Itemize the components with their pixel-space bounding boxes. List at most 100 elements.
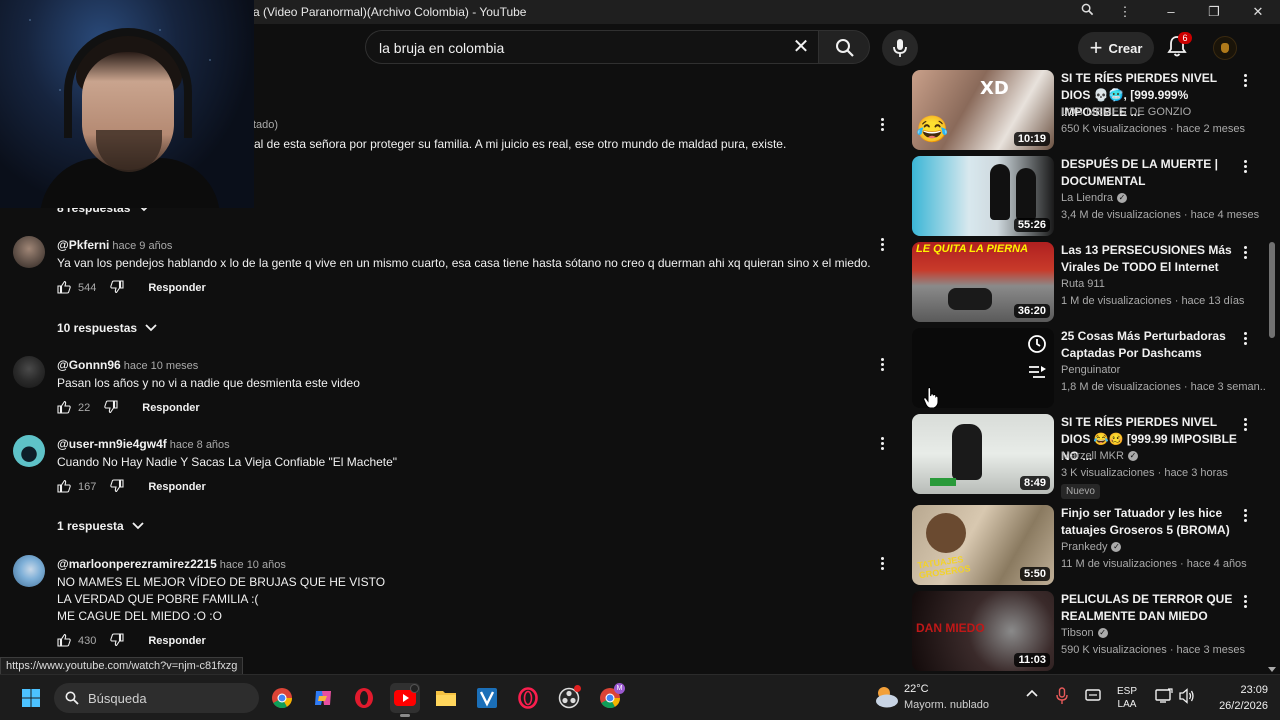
video-menu-icon[interactable] [1237, 414, 1253, 434]
like-icon[interactable] [57, 479, 71, 496]
channel-label[interactable]: La Liendra [1061, 192, 1113, 204]
author-handle[interactable]: @marloonperezramirez2215 [57, 557, 217, 571]
comment-time[interactable]: hace 10 meses [124, 360, 199, 372]
video-title[interactable]: 25 Cosas Más Perturbadoras Captadas Por … [1061, 328, 1239, 362]
comment-author[interactable]: @marloonperezramirez2215 hace 10 años [57, 557, 286, 571]
opera-app-icon[interactable] [349, 683, 379, 713]
channel-name[interactable]: Tibson ✓ [1061, 627, 1108, 639]
file-explorer-app-icon[interactable] [431, 683, 461, 713]
youtube-app-icon[interactable] [390, 683, 420, 717]
comment-menu-icon[interactable] [874, 553, 890, 573]
like-icon[interactable] [57, 280, 71, 297]
like-icon[interactable] [57, 633, 71, 650]
comment-author[interactable]: @Pkferni hace 9 años [57, 238, 172, 252]
video-thumbnail[interactable] [912, 328, 1054, 408]
comment-time[interactable]: hace 8 años [170, 439, 230, 451]
channel-name[interactable]: Prankedy ✓ [1061, 541, 1122, 553]
dislike-icon[interactable] [110, 632, 124, 650]
chrome-app-icon[interactable] [267, 683, 297, 713]
channel-name[interactable]: La Liendra ✓ [1061, 192, 1127, 204]
comment-menu-icon[interactable] [874, 114, 890, 134]
comment-avatar[interactable] [13, 236, 45, 268]
opera-gx-app-icon[interactable] [513, 683, 543, 713]
recommended-video[interactable]: 25 Cosas Más Perturbadoras Captadas Por … [912, 328, 1265, 408]
recommended-video[interactable]: LE QUITA LA PIERNA 36:20 Las 13 PERSECUS… [912, 242, 1262, 322]
channel-name[interactable]: Penguinator [1061, 364, 1120, 376]
comment-avatar[interactable] [13, 356, 45, 388]
like-icon[interactable] [57, 400, 71, 417]
more-vert-icon[interactable]: ⋮ [1116, 3, 1134, 21]
voice-search-button[interactable] [882, 30, 918, 66]
comment-menu-icon[interactable] [874, 354, 890, 374]
clear-search-icon[interactable]: ✕ [790, 36, 812, 58]
comment-author[interactable]: @user-mn9ie4gw4f hace 8 años [57, 437, 230, 451]
author-handle[interactable]: @Gonnn96 [57, 358, 121, 372]
video-thumbnail[interactable]: LE QUITA LA PIERNA 36:20 [912, 242, 1054, 322]
search-input[interactable]: la bruja en colombia ✕ [365, 30, 818, 64]
reply-button[interactable]: Responder [142, 402, 199, 414]
video-thumbnail[interactable]: 8:49 [912, 414, 1054, 494]
video-title[interactable]: PELICULAS DE TERROR QUE REALMENTE DAN MI… [1061, 591, 1239, 625]
scroll-down-arrow-icon[interactable] [1268, 667, 1276, 672]
chrome-profile-app-icon[interactable]: M [595, 683, 625, 713]
comment-time[interactable]: hace 10 años [220, 559, 286, 571]
author-handle[interactable]: @Pkferni [57, 238, 109, 252]
account-avatar[interactable] [1213, 36, 1237, 60]
recommended-video[interactable]: DAN MIEDO 11:03 PELICULAS DE TERROR QUE … [912, 591, 1262, 671]
video-title[interactable]: DESPUÉS DE LA MUERTE | DOCUMENTAL [1061, 156, 1239, 190]
comment-avatar[interactable] [13, 555, 45, 587]
video-menu-icon[interactable] [1237, 505, 1253, 525]
video-menu-icon[interactable] [1237, 591, 1253, 611]
volume-tray-icon[interactable] [1179, 688, 1195, 707]
channel-label[interactable]: Prankedy [1061, 541, 1107, 553]
video-menu-icon[interactable] [1237, 156, 1253, 176]
channel-label[interactable]: Marzell MKR [1061, 450, 1124, 462]
start-button[interactable] [16, 683, 46, 713]
reply-button[interactable]: Responder [148, 282, 205, 294]
network-tray-icon[interactable] [1155, 688, 1173, 707]
notifications-button[interactable]: 6 [1166, 32, 1192, 60]
comment-avatar[interactable] [13, 435, 45, 467]
watch-later-icon[interactable] [1027, 334, 1047, 354]
weather-widget[interactable]: 22°C Mayorm. nublado [872, 683, 1002, 713]
restore-icon[interactable]: ❐ [1205, 3, 1223, 21]
recommended-video[interactable]: 8:49 SI TE RÍES PIERDES NIVEL DIOS 😂🥴 [9… [912, 414, 1262, 499]
add-to-queue-icon[interactable] [1027, 364, 1047, 382]
replies-toggle[interactable]: 1 respuesta [57, 519, 144, 533]
dislike-icon[interactable] [110, 478, 124, 496]
obs-app-icon[interactable] [554, 683, 584, 713]
video-thumbnail[interactable]: TATUAJES GROSEROS 5:50 [912, 505, 1054, 585]
channel-name[interactable]: LOS MEMES DE GONZIO [1061, 106, 1191, 118]
video-thumbnail[interactable]: DAN MIEDO 11:03 [912, 591, 1054, 671]
channel-label[interactable]: Tibson [1061, 627, 1094, 639]
v-app-icon[interactable] [472, 683, 502, 713]
close-window-icon[interactable]: ✕ [1249, 3, 1267, 21]
recommended-video[interactable]: 55:26 DESPUÉS DE LA MUERTE | DOCUMENTAL … [912, 156, 1262, 236]
taskbar-clock[interactable]: 23:09 26/2/2026 [1204, 682, 1268, 714]
recommended-video[interactable]: TATUAJES GROSEROS 5:50 Finjo ser Tatuado… [912, 505, 1262, 585]
video-thumbnail[interactable]: XD 😂 10:19 [912, 70, 1054, 150]
microphone-tray-icon[interactable] [1056, 687, 1068, 708]
video-menu-icon[interactable] [1237, 70, 1253, 90]
channel-name[interactable]: Marzell MKR ✓ [1061, 450, 1138, 462]
search-query-text[interactable]: la bruja en colombia [379, 40, 504, 56]
page-scrollbar[interactable] [1267, 70, 1277, 672]
comment-time[interactable]: hace 9 años [112, 240, 172, 252]
video-menu-icon[interactable] [1237, 328, 1253, 348]
video-title[interactable]: Las 13 PERSECUSIONES Más Virales De TODO… [1061, 242, 1239, 276]
dislike-icon[interactable] [104, 399, 118, 417]
channel-name[interactable]: Ruta 911 [1061, 278, 1105, 290]
comment-author[interactable]: @Gonnn96 hace 10 meses [57, 358, 198, 372]
reply-button[interactable]: Responder [148, 481, 205, 493]
author-handle[interactable]: @user-mn9ie4gw4f [57, 437, 167, 451]
comment-menu-icon[interactable] [874, 234, 890, 254]
language-indicator[interactable]: ESP LAA [1117, 685, 1137, 711]
copilot-app-icon[interactable] [308, 683, 338, 713]
dislike-icon[interactable] [110, 279, 124, 297]
scrollbar-thumb[interactable] [1269, 242, 1275, 338]
video-title[interactable]: Finjo ser Tatuador y les hice tatuajes G… [1061, 505, 1239, 539]
display-tray-icon[interactable] [1085, 689, 1101, 706]
recommended-video[interactable]: XD 😂 10:19 SI TE RÍES PIERDES NIVEL DIOS… [912, 70, 1262, 150]
reply-button[interactable]: Responder [148, 635, 205, 647]
minimize-icon[interactable]: – [1162, 3, 1180, 21]
